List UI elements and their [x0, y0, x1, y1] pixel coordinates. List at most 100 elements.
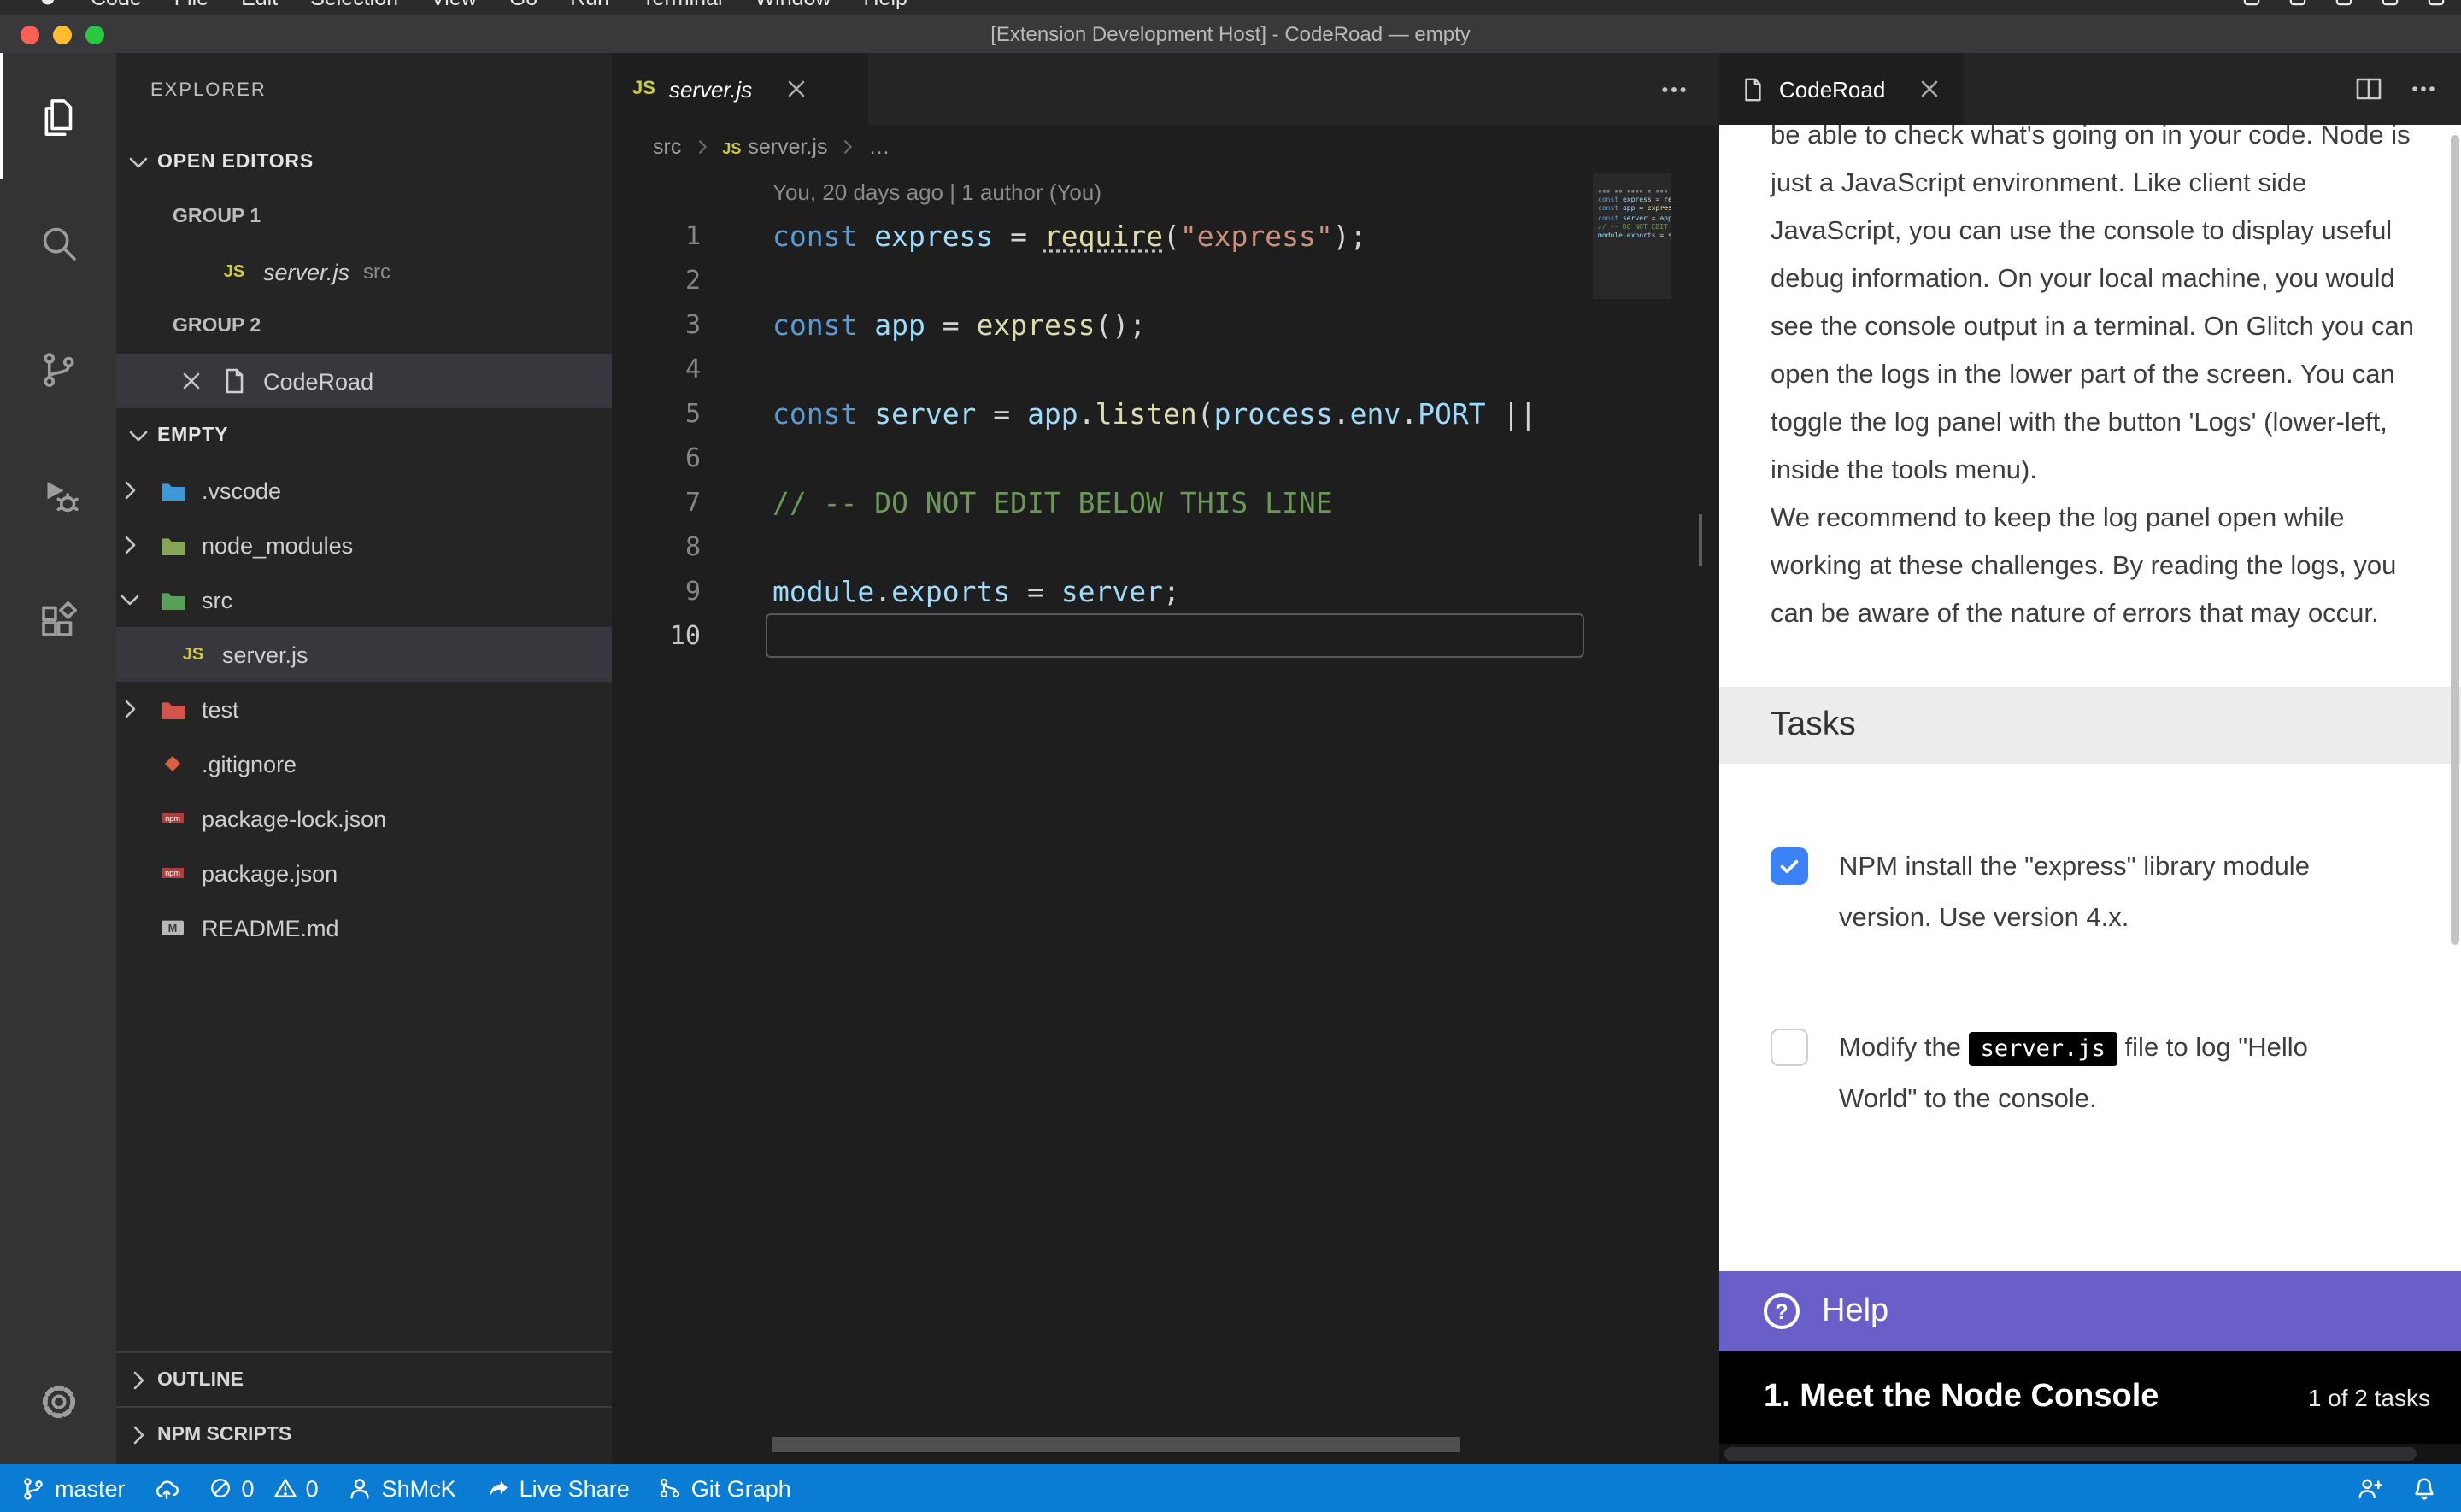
apple-menu-icon[interactable] — [38, 0, 58, 8]
folder-icon — [157, 477, 188, 504]
breadcrumb-item[interactable]: … — [868, 135, 890, 159]
activity-explorer[interactable] — [0, 53, 116, 179]
menubar-extra-1-icon[interactable] — [2241, 0, 2263, 9]
code-line-7[interactable]: 7// -- DO NOT EDIT BELOW THIS LINE — [612, 480, 1719, 525]
title-bar[interactable]: [Extension Development Host] - CodeRoad … — [0, 15, 2461, 53]
menu-selection[interactable]: Selection — [310, 0, 398, 9]
task-checkbox[interactable] — [1771, 847, 1808, 885]
coderoad-tab-label: CodeRoad — [1779, 76, 1885, 102]
minimize-window-button[interactable] — [53, 25, 72, 44]
sidebar-item-package-lock-json[interactable]: npmpackage-lock.json — [116, 791, 612, 846]
warning-count: 0 — [306, 1475, 319, 1501]
menu-run[interactable]: Run — [570, 0, 609, 9]
webview-file-icon — [1740, 76, 1765, 102]
code-line-1[interactable]: 1const express = require("express"); — [612, 214, 1719, 258]
code-line-3[interactable]: 3const app = express(); — [612, 302, 1719, 347]
status-live-share-contacts[interactable] — [2357, 1475, 2382, 1501]
section-header-open-editors[interactable]: OPEN EDITORS — [116, 135, 612, 190]
status-branch[interactable]: master — [21, 1475, 126, 1501]
sidebar-item-package-json[interactable]: npmpackage.json — [116, 846, 612, 900]
open-editor-coderoad[interactable]: CodeRoad — [116, 354, 612, 408]
editor-group-label-group-2[interactable]: GROUP 2 — [116, 299, 612, 354]
section-header-npm-scripts[interactable]: NPM SCRIPTS — [116, 1406, 612, 1461]
menubar-status-icons — [2241, 0, 2447, 15]
status-problems[interactable]: 0 0 — [209, 1475, 319, 1501]
help-bar[interactable]: ? Help — [1719, 1271, 2461, 1351]
sidebar-item-gitignore[interactable]: .gitignore — [116, 736, 612, 791]
menu-file[interactable]: File — [174, 0, 209, 9]
activity-run-debug[interactable] — [0, 432, 116, 559]
section-header-empty[interactable]: EMPTY — [116, 408, 612, 463]
close-tab-icon[interactable] — [783, 75, 810, 103]
git-graph-label: Git Graph — [691, 1475, 791, 1501]
split-editor-icon[interactable] — [2355, 75, 2382, 103]
breadcrumb-item[interactable]: src — [653, 135, 681, 159]
task-checkbox[interactable] — [1771, 1029, 1808, 1066]
menu-help[interactable]: Help — [864, 0, 907, 9]
status-bar-right — [2357, 1475, 2461, 1501]
code-area: You, 20 days ago | 1 author (You) 1const… — [612, 169, 1719, 658]
menu-window[interactable]: Window — [755, 0, 831, 9]
webview-scrollbar[interactable] — [2451, 135, 2459, 945]
minimap[interactable]: ▪▪▪ ▪▪ ▪▪▪▪ ▪ ▪▪▪const express = require… — [1593, 125, 1671, 1464]
status-git-graph[interactable]: Git Graph — [659, 1475, 791, 1501]
bell-icon — [2411, 1475, 2437, 1501]
tab-coderoad[interactable]: CodeRoad — [1719, 53, 1964, 125]
close-editor-icon[interactable] — [178, 367, 205, 395]
close-coderoad-tab-icon[interactable] — [1916, 75, 1943, 103]
menubar-extra-4-icon[interactable] — [2379, 0, 2401, 9]
menubar-extra-3-icon[interactable] — [2333, 0, 2355, 9]
status-live-share[interactable]: Live Share — [485, 1475, 630, 1501]
status-notifications[interactable] — [2411, 1475, 2437, 1501]
folder-icon — [157, 586, 188, 613]
sidebar-item-node-modules[interactable]: node_modules — [116, 518, 612, 572]
code-line-6[interactable]: 6 — [612, 436, 1719, 480]
coderoad-panel: CodeRoad be able to check what's going o… — [1719, 53, 2461, 1464]
sidebar-item-vscode[interactable]: .vscode — [116, 463, 612, 518]
section-header-outline[interactable]: OUTLINE — [116, 1351, 612, 1406]
gitlens-blame-lens[interactable]: You, 20 days ago | 1 author (You) — [772, 169, 1719, 214]
zoom-window-button[interactable] — [85, 25, 104, 44]
sidebar-item-src[interactable]: src — [116, 572, 612, 627]
line-text: const server = app.listen(process.env.PO… — [772, 397, 1536, 430]
menu-items: Code File Edit Selection View Go Run Terminal Wi… — [0, 0, 907, 15]
activity-extensions[interactable] — [0, 559, 116, 685]
code-line-5[interactable]: 5const server = app.listen(process.env.P… — [612, 391, 1719, 436]
breadcrumb-item[interactable]: JSserver.js — [722, 135, 827, 159]
task-text: NPM install the "express" library module… — [1839, 842, 2365, 945]
menubar-extra-5-icon[interactable] — [2425, 0, 2447, 9]
menu-go[interactable]: Go — [509, 0, 537, 9]
svg-text:M: M — [168, 922, 178, 935]
sidebar-item-server-js[interactable]: JSserver.js — [116, 627, 612, 682]
sidebar-item-readme-md[interactable]: MREADME.md — [116, 900, 612, 955]
code-line-8[interactable]: 8 — [612, 525, 1719, 569]
editor-group-label-group-1[interactable]: GROUP 1 — [116, 190, 612, 244]
lesson-bar[interactable]: 1. Meet the Node Console 1 of 2 tasks — [1719, 1351, 2461, 1444]
live-share-icon — [485, 1475, 511, 1501]
menu-view[interactable]: View — [431, 0, 477, 9]
close-window-button[interactable] — [21, 25, 39, 44]
tab-server-js[interactable]: JS server.js — [612, 53, 868, 125]
code-line-2[interactable]: 2 — [612, 258, 1719, 302]
code-line-10[interactable]: 10 — [612, 613, 1719, 658]
activity-search[interactable] — [0, 179, 116, 306]
status-account[interactable]: ShMcK — [348, 1475, 456, 1501]
menubar-extra-2-icon[interactable] — [2287, 0, 2309, 9]
editor-actions-button[interactable] — [1659, 53, 1689, 125]
sidebar-item-test[interactable]: test — [116, 682, 612, 736]
status-sync[interactable] — [155, 1475, 180, 1501]
panel-more-actions-icon[interactable] — [2410, 75, 2437, 103]
code-lines: 1const express = require("express");23co… — [612, 214, 1719, 658]
js-file-icon: JS — [219, 258, 250, 285]
activity-source-control[interactable] — [0, 306, 116, 432]
menu-edit[interactable]: Edit — [241, 0, 278, 9]
js-file-icon: JS — [632, 79, 655, 99]
horizontal-scrollbar[interactable] — [772, 1437, 1460, 1452]
menu-code[interactable]: Code — [91, 0, 142, 9]
task-text: Modify the server.js file to log "Hello … — [1839, 1023, 2365, 1126]
activity-settings[interactable] — [0, 1338, 116, 1464]
menu-terminal[interactable]: Terminal — [642, 0, 723, 9]
open-editor-server-js[interactable]: JSserver.jssrc — [116, 244, 612, 299]
code-line-4[interactable]: 4 — [612, 347, 1719, 391]
code-line-9[interactable]: 9module.exports = server; — [612, 569, 1719, 613]
